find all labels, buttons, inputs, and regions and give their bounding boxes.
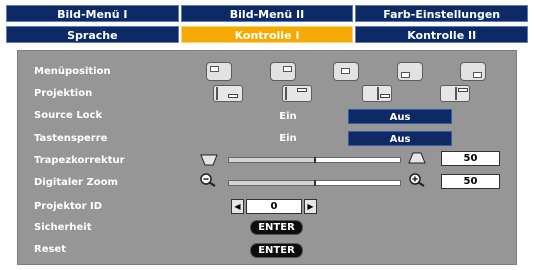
- reset-label: Reset: [34, 244, 66, 255]
- tab-row-1: Bild-Menü I Bild-Menü II Farb-Einstellun…: [6, 5, 529, 22]
- security-label: Sicherheit: [34, 222, 92, 233]
- keypad-lock-off-option[interactable]: Aus: [348, 131, 452, 146]
- projection-rear-ceiling-icon[interactable]: [440, 85, 470, 102]
- projector-id-decrement-button[interactable]: ◀: [231, 199, 244, 214]
- zoom-out-icon[interactable]: [199, 173, 217, 187]
- keypad-lock-label: Tastensperre: [34, 133, 108, 144]
- tab-sprache[interactable]: Sprache: [6, 26, 179, 43]
- reset-enter-button[interactable]: ENTER: [250, 243, 303, 258]
- keystone-slider-thumb[interactable]: [313, 157, 316, 163]
- projection-rear-desktop-icon[interactable]: [362, 85, 392, 102]
- keystone-slider-fill: [229, 158, 315, 162]
- source-lock-on-option[interactable]: Ein: [262, 109, 314, 124]
- projector-id-value: 0: [246, 199, 302, 214]
- digital-zoom-label: Digitaler Zoom: [34, 177, 118, 188]
- menu-position-top-right-icon[interactable]: [270, 62, 296, 81]
- menu-position-label: Menüposition: [34, 66, 111, 77]
- keystone-narrow-top-icon[interactable]: [408, 152, 426, 164]
- keypad-lock-on-option[interactable]: Ein: [262, 131, 314, 146]
- projection-front-desktop-icon[interactable]: [213, 85, 243, 102]
- tab-row-2: Sprache Kontrolle I Kontrolle II: [6, 26, 529, 43]
- tab-kontrolle-2[interactable]: Kontrolle II: [355, 26, 529, 43]
- tab-farb-einstellungen[interactable]: Farb-Einstellungen: [355, 5, 529, 22]
- osd-menu: Bild-Menü I Bild-Menü II Farb-Einstellun…: [0, 0, 534, 270]
- keystone-label: Trapezkorrektur: [34, 155, 125, 166]
- digital-zoom-slider-fill: [229, 181, 315, 185]
- projection-front-ceiling-icon[interactable]: [282, 85, 312, 102]
- projector-id-label: Projektor ID: [34, 201, 103, 212]
- keystone-narrow-bottom-icon[interactable]: [200, 154, 218, 166]
- menu-position-bottom-right-icon[interactable]: [460, 62, 486, 81]
- projector-id-increment-button[interactable]: ▶: [304, 199, 317, 214]
- tab-bild-menu-1[interactable]: Bild-Menü I: [6, 5, 179, 22]
- digital-zoom-value: 50: [441, 174, 500, 189]
- keystone-slider[interactable]: [228, 157, 401, 163]
- source-lock-label: Source Lock: [34, 110, 103, 121]
- menu-position-top-left-icon[interactable]: [206, 62, 232, 81]
- menu-position-bottom-left-icon[interactable]: [397, 62, 423, 81]
- digital-zoom-slider[interactable]: [228, 180, 401, 186]
- security-enter-button[interactable]: ENTER: [250, 220, 303, 235]
- projection-label: Projektion: [34, 88, 93, 99]
- digital-zoom-slider-thumb[interactable]: [313, 180, 316, 186]
- source-lock-off-option[interactable]: Aus: [348, 109, 452, 124]
- zoom-in-icon[interactable]: [408, 173, 426, 187]
- menu-position-center-icon[interactable]: [333, 62, 359, 81]
- tab-bild-menu-2[interactable]: Bild-Menü II: [180, 5, 354, 22]
- tab-kontrolle-1[interactable]: Kontrolle I: [180, 26, 354, 43]
- keystone-value: 50: [441, 151, 500, 166]
